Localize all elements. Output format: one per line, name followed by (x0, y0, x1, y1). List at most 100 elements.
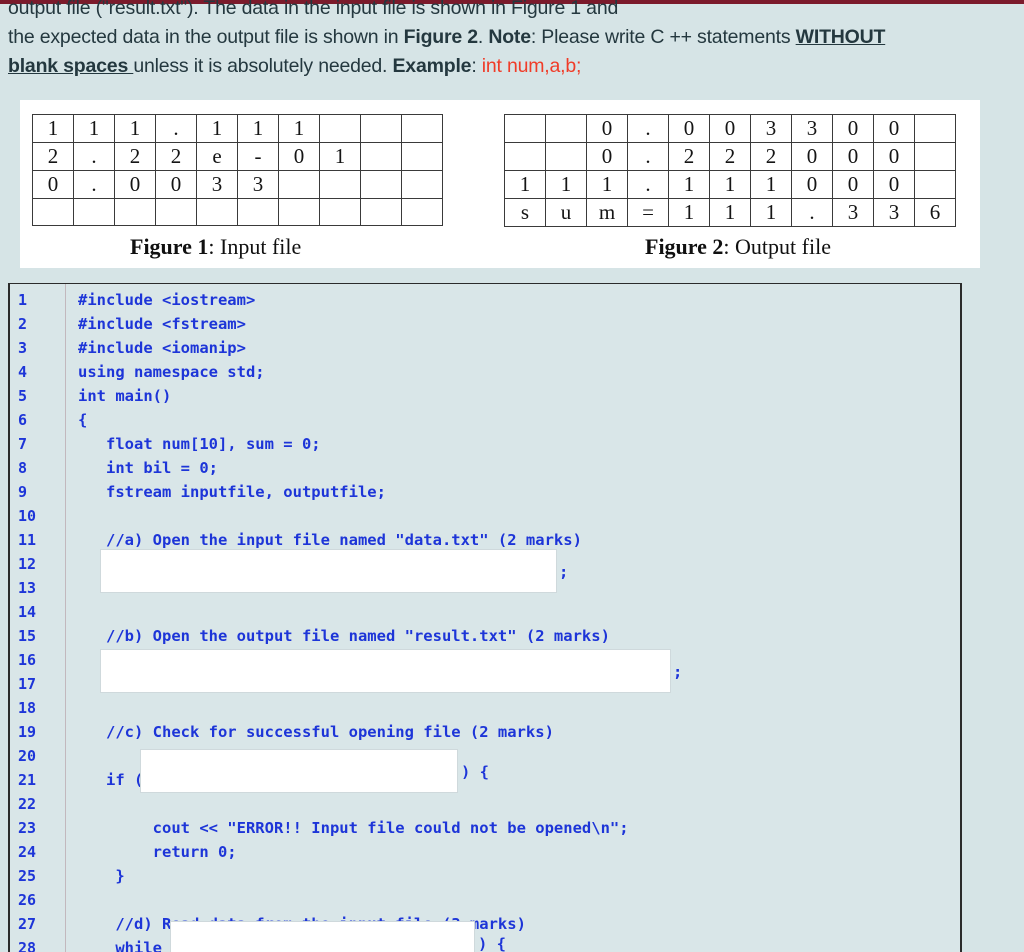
grid-row: 0.003300 (504, 114, 956, 143)
line2-part-c: . (477, 26, 489, 48)
grid-cell: 0 (586, 142, 628, 171)
figure-1-table: 111.1112.22e-010.0033 (32, 114, 443, 226)
grid-row: 0.222000 (504, 142, 956, 171)
code-line: 9 fstream inputfile, outputfile; (10, 480, 960, 504)
grid-cell: 1 (750, 198, 792, 227)
grid-cell: 0 (873, 114, 915, 143)
grid-cell: 1 (114, 114, 156, 143)
grid-cell: 1 (278, 114, 320, 143)
grid-cell (237, 198, 279, 226)
grid-cell: 1 (319, 142, 361, 171)
code-line-text: #include <iostream> (78, 291, 256, 309)
grid-cell: 1 (750, 170, 792, 199)
if-closing-paren-brace: ) { (461, 763, 489, 781)
answer-blank-b[interactable] (100, 649, 671, 693)
line-number: 2 (18, 315, 28, 333)
grid-cell: 0 (709, 114, 751, 143)
grid-cell: . (627, 170, 669, 199)
line-number: 8 (18, 459, 28, 477)
line-number: 16 (18, 651, 37, 669)
figure-2-table: 0. 0 0 3 3 0 0 0. 2 2 2 0 0 0 1 1 1. 1 1 1 0 0 0 s u m = 1 1 1. 3 3 6 (504, 114, 956, 227)
figure-2-caption: Figure 2: Output file (645, 234, 831, 260)
code-line-text: cout << "ERROR!! Input file could not be… (78, 819, 629, 837)
grid-cell (401, 198, 443, 226)
line-number: 9 (18, 483, 28, 501)
figure-1-caption: Figure 1: Input file (130, 234, 301, 260)
grid-cell (319, 114, 361, 143)
line-number: 5 (18, 387, 28, 405)
line-number: 15 (18, 627, 37, 645)
grid-cell: e (196, 142, 238, 171)
figure-2-caption-label: Figure 2 (645, 234, 724, 259)
grid-row: 111.111 (32, 114, 443, 143)
instructions-line-3: blank spaces unless it is absolutely nee… (8, 52, 1008, 81)
code-line-text: using namespace std; (78, 363, 265, 381)
grid-cell: 1 (668, 198, 710, 227)
line-number: 17 (18, 675, 37, 693)
without-emphasis: WITHOUT (795, 26, 886, 48)
grid-cell: 0 (114, 170, 156, 199)
grid-cell: s (504, 198, 546, 227)
grid-cell: 0 (791, 142, 833, 171)
grid-cell: 0 (791, 170, 833, 199)
code-line-text: #include <fstream> (78, 315, 246, 333)
figure2-reference: Figure 2 (403, 26, 478, 48)
code-line: 24 return 0; (10, 840, 960, 864)
line-number: 21 (18, 771, 37, 789)
grid-cell: 0 (278, 142, 320, 171)
grid-cell: 3 (791, 114, 833, 143)
grid-cell (914, 114, 956, 143)
grid-cell: u (545, 198, 587, 227)
figure-2-caption-text: : Output file (723, 234, 831, 259)
grid-cell: 0 (668, 114, 710, 143)
line3-part-b: unless it is absolutely needed. (133, 55, 393, 77)
line-number: 27 (18, 915, 37, 933)
answer-blank-c[interactable] (140, 749, 458, 793)
line2-part-a: the expected data in the output file is … (8, 26, 404, 48)
answer-blank-a[interactable] (100, 549, 557, 593)
grid-cell: 1 (32, 114, 74, 143)
grid-cell: 0 (832, 114, 874, 143)
code-line: 8 int bil = 0; (10, 456, 960, 480)
line-number: 18 (18, 699, 37, 717)
instructions-line-1: output file ("result.txt"). The data in … (8, 0, 619, 19)
grid-cell: - (237, 142, 279, 171)
code-line: 10 (10, 504, 960, 528)
grid-cell (914, 142, 956, 171)
grid-cell: 2 (114, 142, 156, 171)
grid-row: 0.0033 (32, 170, 443, 199)
code-line: 25 } (10, 864, 960, 888)
grid-cell: 0 (873, 142, 915, 171)
grid-cell (278, 170, 320, 199)
grid-cell: 3 (873, 198, 915, 227)
code-line: 5 int main() (10, 384, 960, 408)
while-closing-paren-brace: ) { (478, 935, 506, 952)
line-number: 19 (18, 723, 37, 741)
line-number: 23 (18, 819, 37, 837)
example-label: Example (392, 55, 472, 77)
grid-cell: 2 (709, 142, 751, 171)
code-line: 14 (10, 600, 960, 624)
code-line-text: float num[10], sum = 0; (78, 435, 321, 453)
grid-row: 2.22e-01 (32, 142, 443, 171)
grid-cell: 1 (237, 114, 279, 143)
line-number: 20 (18, 747, 37, 765)
figure-1-caption-label: Figure 1 (130, 234, 209, 259)
line-number: 11 (18, 531, 37, 549)
grid-cell (196, 198, 238, 226)
line-number: 12 (18, 555, 37, 573)
answer-blank-d[interactable] (170, 921, 475, 952)
line3-part-d: : (471, 55, 482, 77)
line-number: 10 (18, 507, 37, 525)
grid-cell (360, 198, 402, 226)
code-line: 6{ (10, 408, 960, 432)
figure-1-grid: 111.1112.22e-010.0033 (32, 114, 443, 226)
code-line-text: int main() (78, 387, 172, 405)
grid-cell: 0 (873, 170, 915, 199)
code-line-text: //c) Check for successful opening file (… (78, 723, 554, 741)
code-line-text: //b) Open the output file named "result.… (78, 627, 610, 645)
code-line: 23 cout << "ERROR!! Input file could not… (10, 816, 960, 840)
grid-cell: 3 (237, 170, 279, 199)
grid-cell (401, 142, 443, 171)
grid-cell: 1 (586, 170, 628, 199)
